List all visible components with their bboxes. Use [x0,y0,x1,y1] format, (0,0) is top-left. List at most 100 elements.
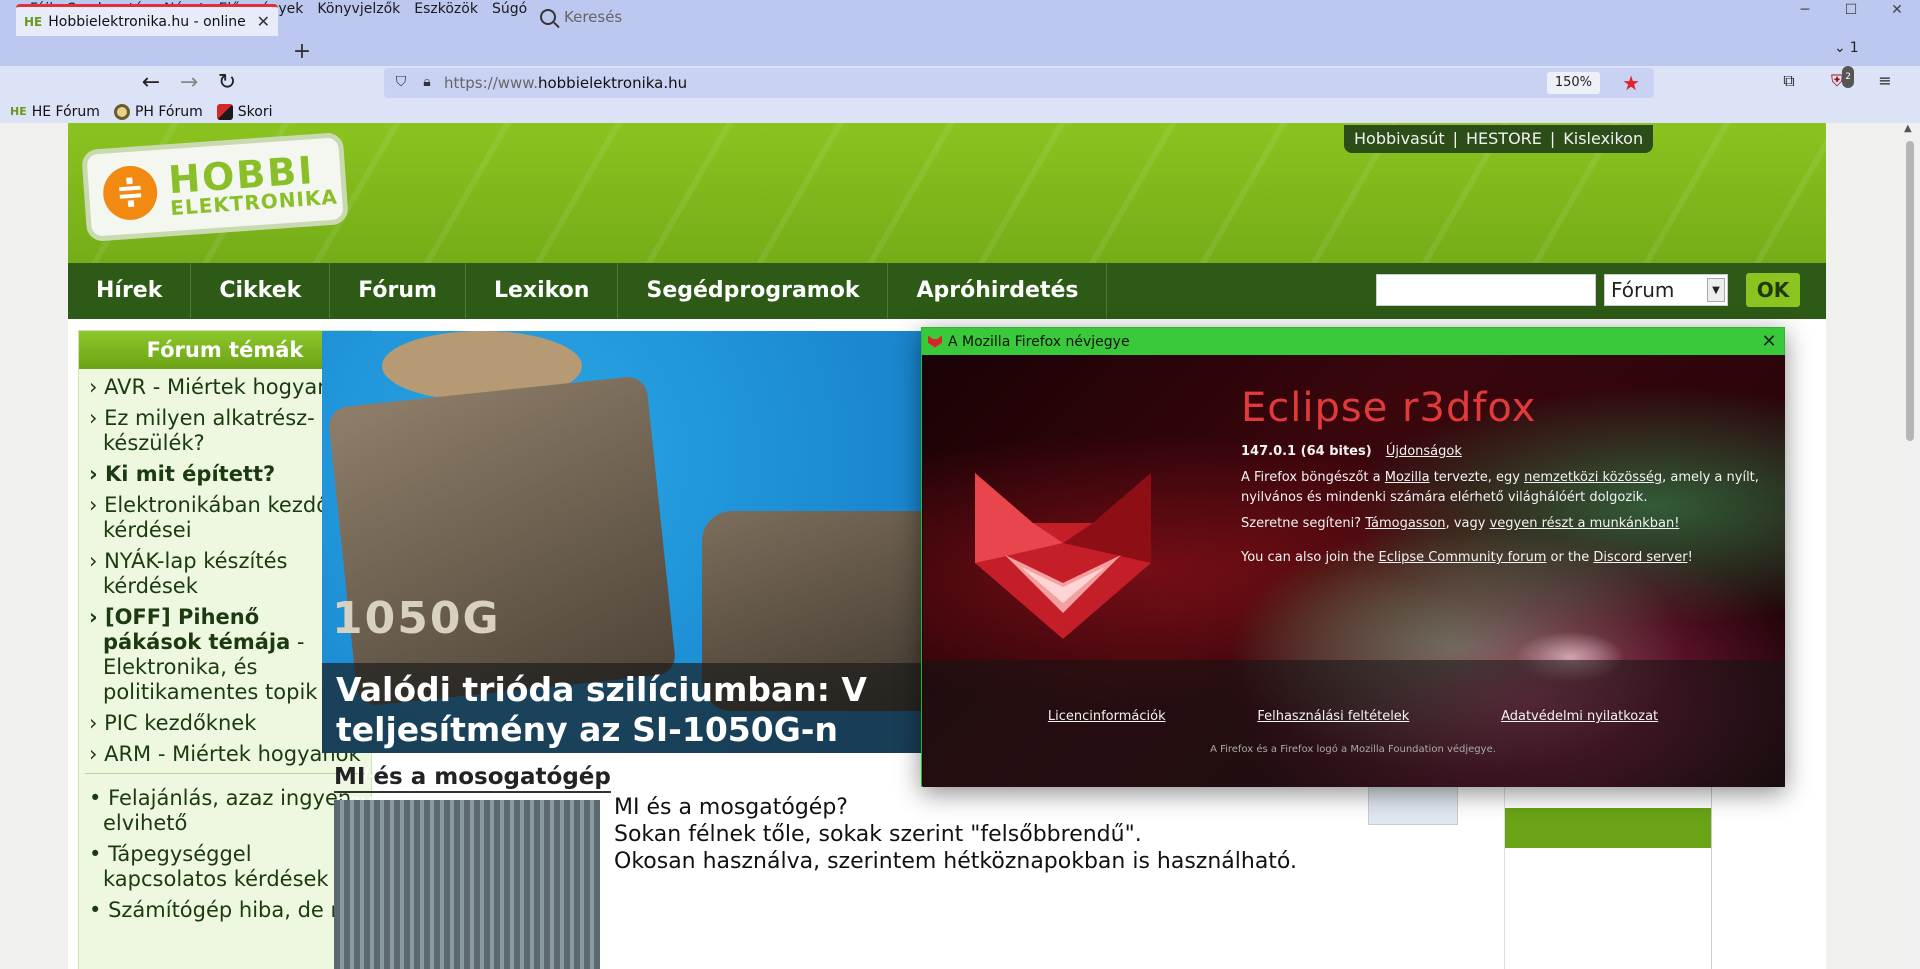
nav-aprohirdetes[interactable]: Apróhirdetés [888,263,1108,319]
article-line: Sokan félnek tőle, sokak szerint "felsőb… [614,822,1142,847]
forum-topic-item[interactable]: [OFF] Pihenő pákások témája - Elektronik… [89,605,361,705]
about-paragraph-1: A Firefox böngészőt a Mozilla tervezte, … [1241,470,1759,505]
tab-close-icon[interactable]: ✕ [257,12,270,31]
forum-topic-item[interactable]: Felajánlás, azaz ingyen elvihető [89,786,361,836]
bookmark-he-forum[interactable]: HE HE Fórum [10,104,100,120]
article-lead: MI és a mosgatógép? Sokan félnek tőle, s… [614,794,1374,875]
scroll-up-icon[interactable]: ▲ [1904,123,1912,134]
bookmark-label: HE Fórum [31,103,100,120]
dialog-titlebar: A Mozilla Firefox névjegye ✕ [922,328,1784,355]
top-links: Hobbivasút | HESTORE | Kislexikon [1344,125,1654,153]
site-search-input[interactable] [1376,274,1596,306]
menu-tools[interactable]: Eszközök [414,0,478,20]
back-button[interactable]: ← [136,70,166,96]
link-hobbivasut[interactable]: Hobbivasút [1354,125,1445,153]
version-number: 147.0.1 (64 bites) [1241,444,1372,459]
lock-icon[interactable]: 🔒︎ [418,74,436,92]
tracking-shield-icon[interactable]: ⛉ [392,74,410,92]
browser-chrome: Fájl Szerkesztés Nézet Előzmények Könyvj… [0,0,1920,123]
license-link[interactable]: Licencinformációk [1048,709,1166,724]
forum-topic-item[interactable]: Számítógép hiba, de mi [89,898,361,923]
component-marking: 1050G [332,593,501,644]
bookmark-skori[interactable]: Skori [216,103,273,120]
article-title[interactable]: MI és a mosogatógép [334,763,611,793]
r3dfox-logo-icon [975,473,1151,639]
separator: | [1549,129,1556,148]
firefox-icon [928,335,942,348]
forum-topic-item[interactable]: ARM - Miértek hogyanok [89,742,361,767]
scrollbar-thumb[interactable] [1906,141,1914,441]
forum-topic-item[interactable]: Elektronikában kezdők kérdései [89,493,361,543]
bookmark-star-icon[interactable]: ★ [1622,71,1640,95]
get-involved-link[interactable]: vegyen részt a munkánkban! [1490,516,1680,531]
community-forum-link[interactable]: Eclipse Community forum [1378,550,1546,565]
bookmark-label: Skori [237,103,273,120]
nav-segedprogramok[interactable]: Segédprogramok [618,263,889,319]
toolbar-extensions: ⧉ ⛨ 2 ≡ [1778,66,1896,92]
forum-topic-item[interactable]: NYÁK-lap készítés kérdések [89,549,361,599]
bookmark-ph-forum[interactable]: PH Fórum [113,103,203,120]
reload-button[interactable]: ↻ [212,70,242,96]
search-ok-button[interactable]: OK [1746,273,1800,307]
forward-button[interactable]: → [174,70,204,96]
article-line: Okosan használva, szerintem hétköznapokb… [614,849,1297,874]
tab-count: 1 [1849,40,1859,56]
title-search[interactable]: Keresés [540,2,1060,32]
site-search: Fórum ▼ OK [1376,273,1800,307]
separator: | [1452,129,1458,148]
title-search-placeholder: Keresés [564,8,623,26]
forum-topic-item[interactable]: Ez milyen alkatrész- készülék? [89,406,361,456]
privacy-link[interactable]: Adatvédelmi nyilatkozat [1501,709,1658,724]
ublock-badge: 2 [1842,66,1854,88]
ph-icon [113,103,130,120]
window-controls: ─ ☐ ✕ [1782,0,1920,20]
discord-link[interactable]: Discord server [1593,550,1687,565]
about-footer-links: Licencinformációk Felhasználási feltétel… [922,709,1784,724]
forum-topic-item[interactable]: Ki mit épített? [89,462,361,487]
he-icon: HE [10,105,27,118]
nav-cikkek[interactable]: Cikkek [191,263,331,319]
forum-topic-list-2: Felajánlás, azaz ingyen elvihető Tápegys… [79,780,371,923]
link-kislexikon[interactable]: Kislexikon [1563,125,1643,153]
tab-active[interactable]: HE Hobbielektronika.hu - online ele ✕ [16,4,278,36]
nav-hirek[interactable]: Hírek [68,263,192,319]
new-tab-button[interactable]: + [288,38,316,66]
forum-topic-item[interactable]: AVR - Miértek hogyanok [89,375,361,400]
minimize-button[interactable]: ─ [1782,0,1828,20]
site-header: ≑ HOBBI ELEKTRONIKA Hobbivasút | HESTORE… [68,123,1826,263]
site-logo[interactable]: ≑ HOBBI ELEKTRONIKA [81,131,349,243]
article-image[interactable] [334,800,600,969]
menu-bookmarks[interactable]: Könyvjelzők [317,0,400,20]
ublock-icon[interactable]: ⛨ 2 [1826,66,1854,92]
url-prefix: https://www. [444,74,538,92]
nav-forum[interactable]: Fórum [330,263,466,319]
tab-list-button[interactable]: ⌄ 1 [1834,40,1859,56]
link-hestore[interactable]: HESTORE [1466,125,1542,153]
menu-help[interactable]: Súgó [492,0,527,20]
maximize-button[interactable]: ☐ [1828,0,1874,20]
terms-link[interactable]: Felhasználási feltételek [1257,709,1409,724]
url-bar[interactable]: ⛉ 🔒︎ https://www.hobbielektronika.hu ⤓ 1… [384,68,1654,98]
community-link[interactable]: nemzetközi közösség [1524,470,1662,485]
extensions-icon[interactable]: ⧉ [1778,70,1800,92]
hamburger-menu-icon[interactable]: ≡ [1874,70,1896,92]
forum-topic-item[interactable]: PIC kezdőknek [89,711,361,736]
forum-topic-item[interactable]: Tápegységgel kapcsolatos kérdések [89,842,361,892]
dialog-title: A Mozilla Firefox névjegye [948,333,1130,350]
search-scope-value: Fórum [1611,278,1675,302]
about-paragraph-2: Szeretne segíteni? Támogasson, vagy vegy… [1241,516,1680,531]
mozilla-link[interactable]: Mozilla [1385,470,1430,485]
nav-lexikon[interactable]: Lexikon [466,263,619,319]
close-window-button[interactable]: ✕ [1874,0,1920,20]
search-scope-select[interactable]: Fórum ▼ [1604,274,1728,306]
donate-link[interactable]: Támogasson [1365,516,1445,531]
zoom-indicator[interactable]: 150% [1546,72,1600,94]
trademark-notice: A Firefox és a Firefox logó a Mozilla Fo… [1210,744,1496,755]
page-scrollbar[interactable]: ▲ [1900,123,1920,969]
bookmarks-toolbar: HE HE Fórum PH Fórum Skori [0,100,1920,123]
dialog-close-icon[interactable]: ✕ [1754,331,1784,352]
tab-title: Hobbielektronika.hu - online ele [48,13,251,30]
about-dialog: A Mozilla Firefox névjegye ✕ Eclipse r3d… [921,327,1785,787]
whats-new-link[interactable]: Újdonságok [1386,444,1462,459]
brand-name: Eclipse r3dfox [1241,385,1537,431]
